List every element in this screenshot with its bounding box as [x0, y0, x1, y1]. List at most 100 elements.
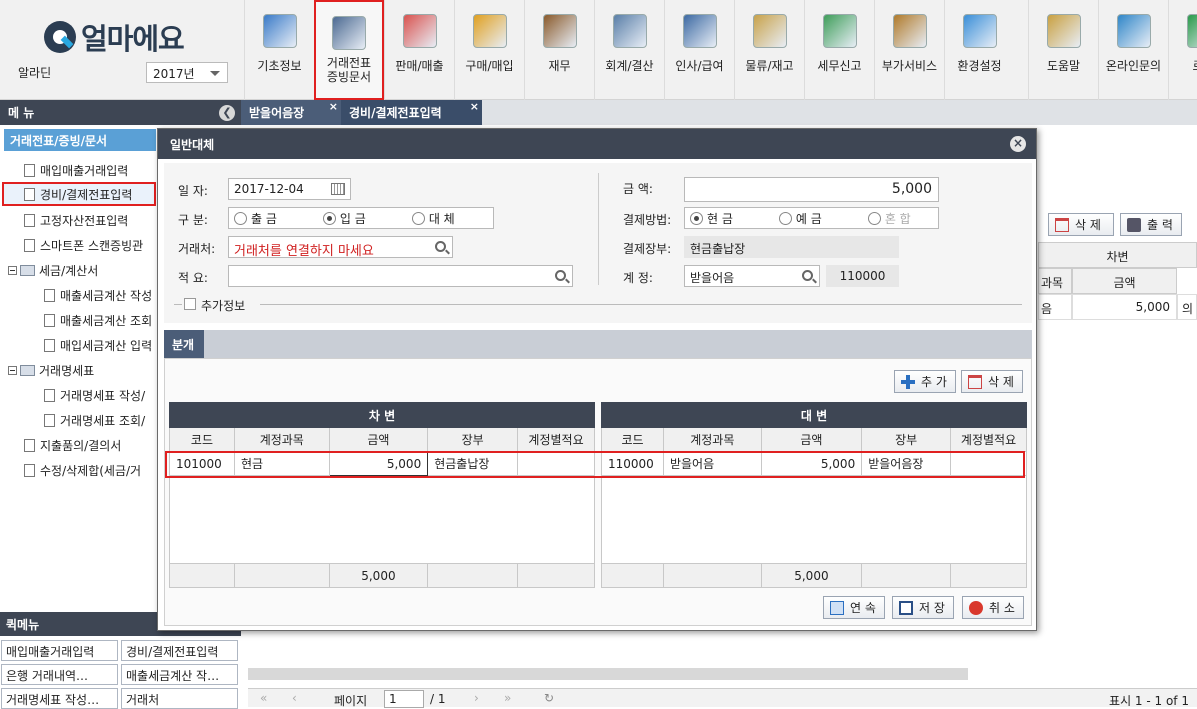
bg-delete-button[interactable]: 삭 제 [1048, 213, 1114, 236]
toolbar-tax-button[interactable]: 세무신고 [804, 0, 874, 100]
cancel-button[interactable]: 취 소 [962, 596, 1024, 619]
refresh-icon[interactable]: ↻ [544, 691, 554, 705]
radio-option[interactable]: 예 금 [779, 210, 822, 227]
toolbar-accounting-button[interactable]: 회계/결산 [594, 0, 664, 100]
date-field[interactable]: 2017-12-04 [228, 178, 351, 200]
toolbar-purchase-button[interactable]: 구매/매입 [454, 0, 524, 100]
column-header[interactable]: 금액 [761, 428, 862, 452]
chevron-down-icon [210, 71, 220, 76]
search-icon[interactable] [555, 270, 566, 281]
summary-field[interactable] [228, 265, 573, 287]
toolbar-money-bag-button[interactable]: 재무 [524, 0, 594, 100]
continue-button[interactable]: 연 속 [823, 596, 885, 619]
column-header[interactable]: 계정별적요 [518, 428, 595, 452]
add-button[interactable]: 추 가 [894, 370, 956, 393]
sidebar-item[interactable]: 수정/삭제합(세금/거 [24, 460, 157, 480]
radio-option[interactable]: 대 체 [412, 210, 455, 227]
toolbar-settings-list-button[interactable]: 기초정보 [244, 0, 314, 100]
credit-table: 대 변코드계정과목금액장부계정별적요110000받을어음5,000받을어음장5,… [601, 402, 1027, 588]
total-cell [518, 564, 595, 588]
account-code: 110000 [826, 265, 899, 287]
radio-option[interactable]: 현 금 [690, 210, 733, 227]
toolbar-online-support-button[interactable]: 온라인문의 [1098, 0, 1168, 100]
sidebar-item[interactable]: 세금/계산서 [8, 260, 157, 280]
menu-category[interactable]: 거래전표/증빙/문서 [4, 129, 156, 151]
radio-option[interactable]: 출 금 [234, 210, 277, 227]
column-header[interactable]: 장부 [862, 428, 951, 452]
continue-label: 연 속 [850, 599, 876, 616]
toolbar-bank-button[interactable]: 부가서비스 [874, 0, 944, 100]
collapse-minus-icon[interactable] [8, 366, 17, 375]
tab-expense-voucher[interactable]: 경비/결제전표입력 × [341, 100, 482, 125]
search-icon[interactable] [435, 241, 446, 252]
quick-menu-item[interactable]: 거래명세표 작성… [1, 688, 118, 709]
sidebar-item[interactable]: 고정자산전표입력 [24, 210, 157, 230]
sidebar-item[interactable]: 매출세금계산 조회 [44, 310, 157, 330]
column-header[interactable]: 장부 [428, 428, 518, 452]
document-icon [24, 464, 35, 477]
delete-button[interactable]: 삭 제 [961, 370, 1023, 393]
search-icon[interactable] [802, 270, 813, 281]
amount-field[interactable]: 5,000 [684, 177, 939, 202]
column-header[interactable]: 계정과목 [663, 428, 761, 452]
cancel-x-icon [969, 601, 983, 615]
close-icon[interactable]: × [1010, 136, 1026, 152]
partner-field[interactable]: 거래처를 연결하지 마세요 [228, 236, 453, 258]
sidebar-item[interactable]: 지출품의/결의서 [24, 435, 157, 455]
first-page-icon[interactable]: « [260, 691, 267, 705]
debit-table: 차 변코드계정과목금액장부계정별적요101000현금5,000현금출납장5,00… [169, 402, 595, 588]
sidebar-item[interactable]: 거래명세표 조회/ [44, 410, 157, 430]
next-page-icon[interactable]: › [474, 691, 479, 705]
split-area: 추 가 삭 제 차 변코드계정과목금액장부계정별적요101000현금5,000현… [164, 358, 1032, 626]
purchase-icon [473, 14, 507, 48]
toolbar-gear-button[interactable]: 환경설정 [944, 0, 1014, 100]
sidebar-item[interactable]: 매입세금계산 입력 [44, 335, 157, 355]
folder-icon [20, 365, 35, 376]
sidebar-item[interactable]: 스마트폰 스캔증빙관 [24, 235, 157, 255]
toolbar-logistics-button[interactable]: 물류/재고 [734, 0, 804, 100]
quick-menu-item[interactable]: 매입매출거래입력 [1, 640, 118, 661]
calendar-icon[interactable] [331, 183, 345, 195]
radio-label: 대 체 [429, 210, 455, 227]
toolbar-sales-button[interactable]: 판매/매출 [384, 0, 454, 100]
quick-menu-item[interactable]: 은행 거래내역… [1, 664, 118, 685]
quick-menu-item[interactable]: 매출세금계산 작… [121, 664, 238, 685]
column-header[interactable]: 코드 [170, 428, 235, 452]
horizontal-scrollbar[interactable] [248, 668, 968, 680]
sidebar-item[interactable]: 거래명세표 [8, 360, 157, 380]
toolbar-voucher-button[interactable]: 거래전표 증빙문서 [314, 0, 384, 100]
radio-option[interactable]: 입 금 [323, 210, 366, 227]
quick-menu-item[interactable]: 거래처 [121, 688, 238, 709]
column-header[interactable]: 계정과목 [234, 428, 329, 452]
sidebar-item[interactable]: 거래명세표 작성/ [44, 385, 157, 405]
close-icon[interactable]: × [470, 100, 479, 113]
toolbar-logout-button[interactable]: 로그 [1168, 0, 1197, 100]
sidebar-item[interactable]: 매입매출거래입력 [24, 160, 157, 180]
tab-label: 경비/결제전표입력 [349, 106, 442, 120]
page-input[interactable]: 1 [384, 690, 424, 708]
tab-notes-receivable[interactable]: 받을어음장× [241, 100, 341, 125]
column-header[interactable]: 계정별적요 [951, 428, 1027, 452]
save-button[interactable]: 저 장 [892, 596, 954, 619]
toolbar-personnel-button[interactable]: 인사/급여 [664, 0, 734, 100]
tab-split[interactable]: 분개 [164, 330, 204, 358]
delete-label: 삭 제 [988, 373, 1014, 390]
prev-page-icon[interactable]: ‹ [292, 691, 297, 705]
toolbar-help-book-button[interactable]: 도움말 [1028, 0, 1098, 100]
collapse-minus-icon[interactable] [8, 266, 17, 275]
bg-print-button[interactable]: 출 력 [1120, 213, 1182, 236]
account-field[interactable]: 받을어음 [684, 265, 820, 287]
pay-method-radio-group: 현 금예 금혼 합 [684, 207, 939, 229]
year-select[interactable]: 2017년 [146, 62, 228, 83]
extra-info-checkbox[interactable] [184, 298, 196, 310]
close-icon[interactable]: × [329, 100, 338, 113]
sidebar-item[interactable]: 매출세금계산 작성 [44, 285, 157, 305]
column-header[interactable]: 코드 [602, 428, 664, 452]
sidebar-item[interactable]: 경비/결제전표입력 [2, 182, 156, 206]
quick-menu-item[interactable]: 경비/결제전표입력 [121, 640, 238, 661]
radio-label: 혼 합 [885, 210, 911, 227]
personnel-icon [683, 14, 717, 48]
collapse-left-icon[interactable]: ❮ [219, 105, 235, 121]
last-page-icon[interactable]: » [504, 691, 511, 705]
column-header[interactable]: 금액 [329, 428, 428, 452]
